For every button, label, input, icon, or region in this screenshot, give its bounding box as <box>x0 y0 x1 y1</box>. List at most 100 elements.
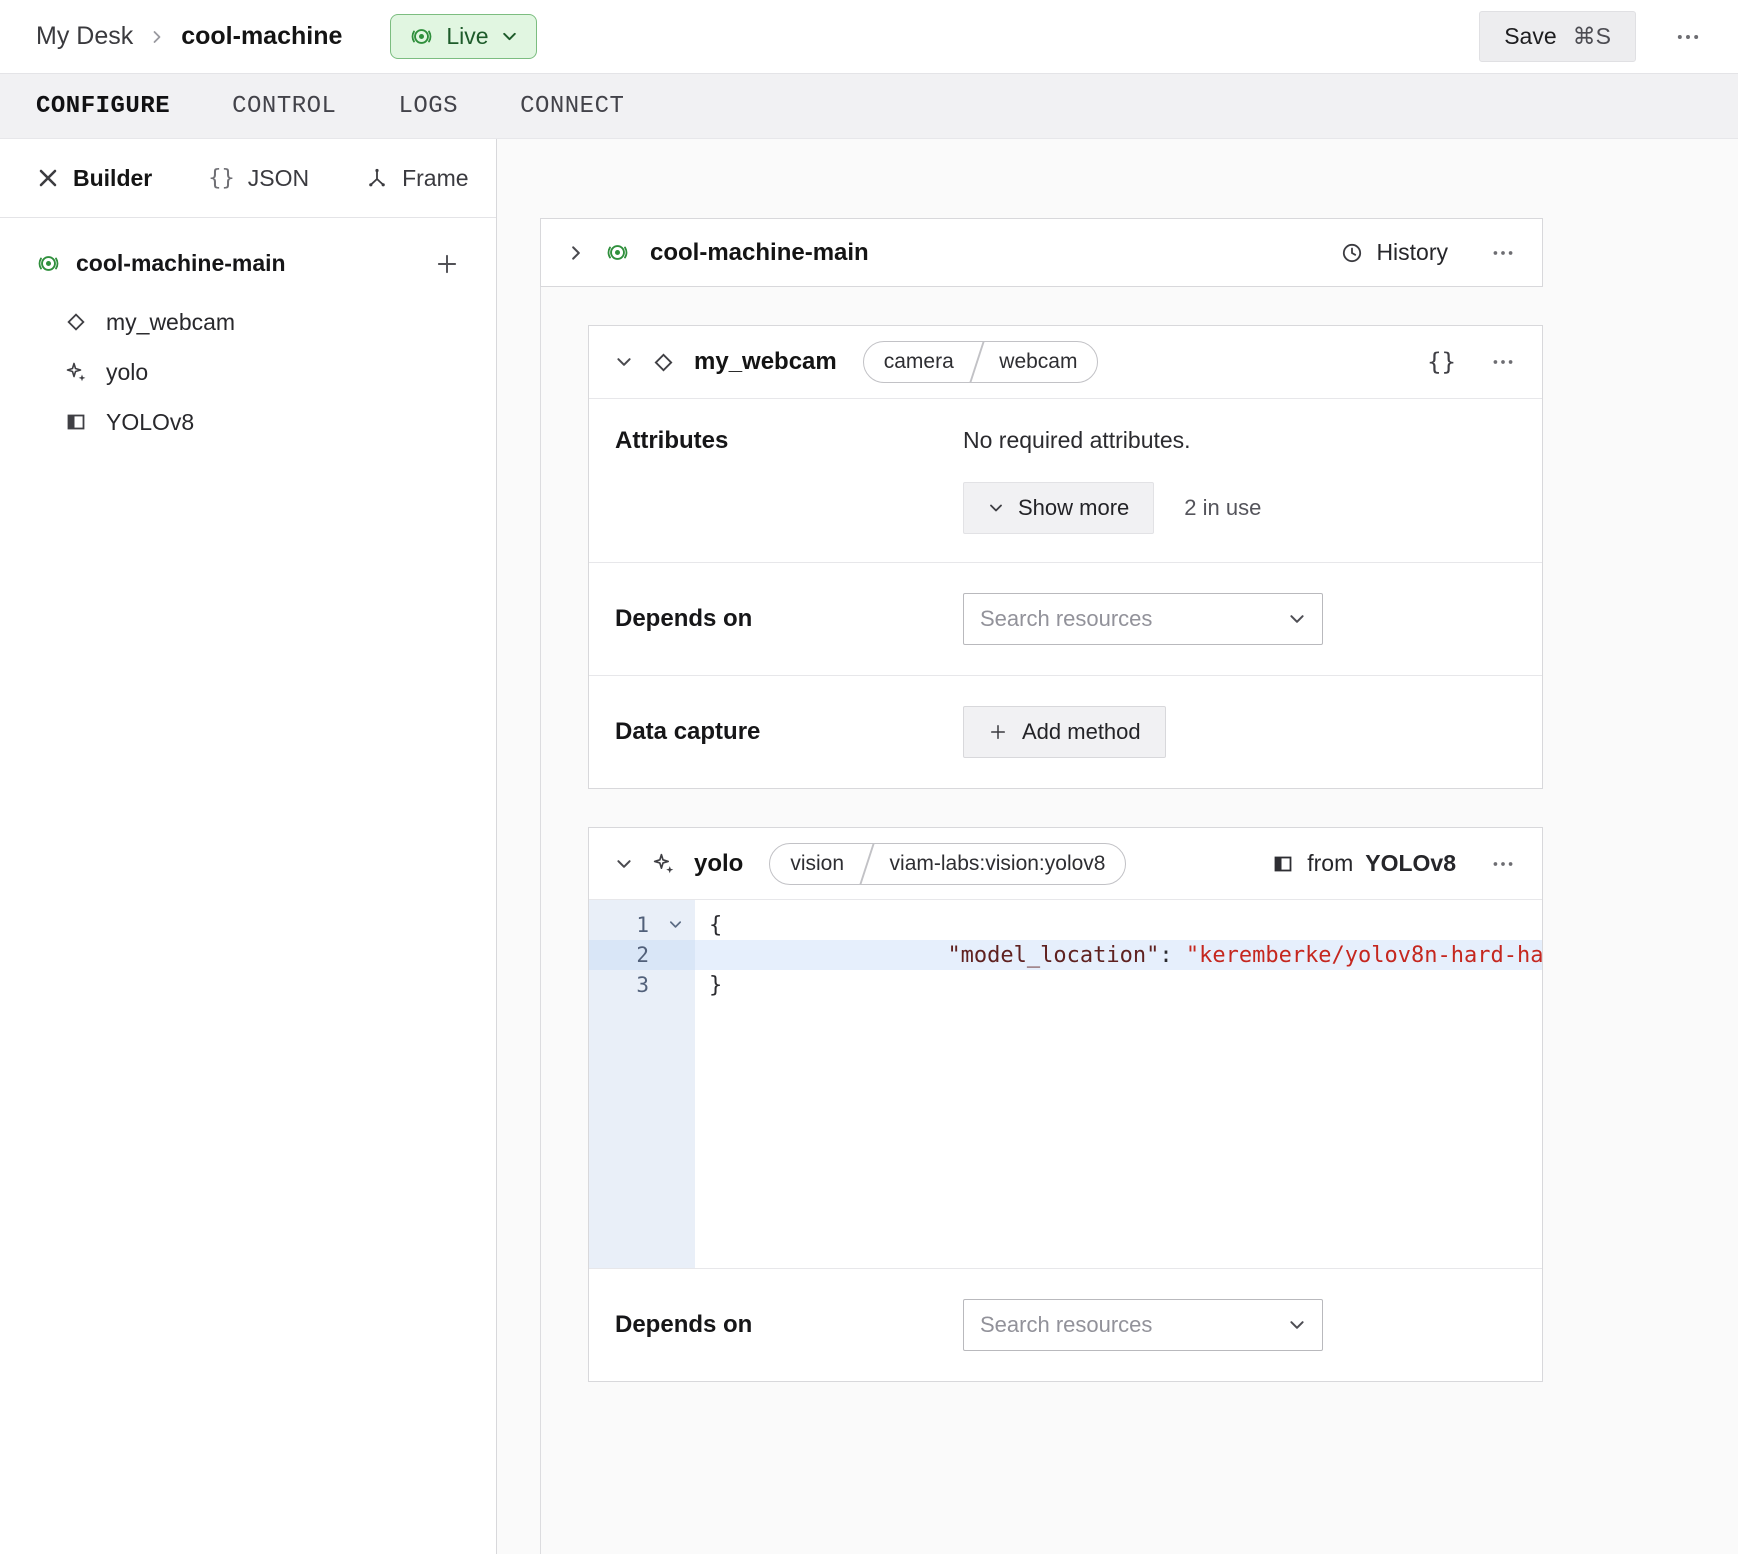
tree-item-yolo[interactable]: yolo <box>36 347 460 397</box>
webcam-type-chips: camera webcam <box>863 341 1099 383</box>
add-method-button[interactable]: Add method <box>963 706 1166 758</box>
breadcrumb-current: cool-machine <box>181 22 342 51</box>
type-chip: camera <box>864 342 974 382</box>
config-main: cool-machine-main History <box>497 139 1738 1554</box>
tree-item-my-webcam[interactable]: my_webcam <box>36 297 460 347</box>
depends-on-label: Depends on <box>615 605 963 633</box>
depends-on-select[interactable]: Search resources <box>963 593 1323 645</box>
attributes-in-use-count: 2 in use <box>1184 495 1261 521</box>
depends-on-placeholder: Search resources <box>980 1312 1152 1338</box>
line-number: 1 <box>636 913 649 937</box>
part-title: cool-machine-main <box>650 239 869 267</box>
collapse-chevron-icon[interactable] <box>615 855 633 873</box>
breadcrumb-chevron-icon <box>149 29 165 45</box>
main-tab-bar: CONFIGURE CONTROL LOGS CONNECT <box>0 74 1738 139</box>
module-icon <box>64 410 88 434</box>
model-chip: viam-labs:vision:yolov8 <box>870 844 1126 884</box>
json-colon: : <box>1159 943 1186 968</box>
attributes-row: Attributes No required attributes. Show … <box>589 398 1542 562</box>
live-label: Live <box>446 23 488 50</box>
yolo-more-button[interactable] <box>1490 851 1516 877</box>
type-chip: vision <box>770 844 864 884</box>
component-diamond-icon <box>64 310 88 334</box>
mode-json[interactable]: {} JSON <box>208 165 309 192</box>
code-text: } <box>695 973 722 998</box>
tab-connect[interactable]: CONNECT <box>520 89 624 124</box>
depends-on-placeholder: Search resources <box>980 606 1152 632</box>
edit-json-button[interactable]: {} <box>1427 348 1456 376</box>
clock-history-icon <box>1340 241 1364 265</box>
collapse-chevron-icon[interactable] <box>615 353 633 371</box>
module-icon <box>1271 852 1295 876</box>
line-number: 2 <box>636 943 649 967</box>
tools-icon <box>36 166 60 190</box>
mode-builder-label: Builder <box>73 165 152 192</box>
line-number: 3 <box>636 973 649 997</box>
chevron-down-icon <box>501 28 518 45</box>
content: Builder {} JSON Frame <box>0 139 1738 1554</box>
topbar-actions: Save ⌘S <box>1479 11 1702 62</box>
tree-root-part[interactable]: cool-machine-main <box>36 250 460 277</box>
history-button[interactable]: History <box>1340 239 1448 266</box>
mode-frame-label: Frame <box>402 165 468 192</box>
tree-item-label: yolo <box>106 359 148 386</box>
breadcrumb-parent-link[interactable]: My Desk <box>36 22 133 51</box>
part-signal-icon <box>605 240 630 265</box>
yolo-title: yolo <box>694 850 743 878</box>
chevron-down-icon <box>1288 610 1306 628</box>
model-chip: webcam <box>979 342 1097 382</box>
breadcrumb: My Desk cool-machine <box>36 22 342 51</box>
mode-builder[interactable]: Builder <box>36 165 152 192</box>
tab-logs[interactable]: LOGS <box>398 89 458 124</box>
mode-frame[interactable]: Frame <box>365 165 468 192</box>
config-mode-switcher: Builder {} JSON Frame <box>0 139 496 218</box>
yolo-card-header: yolo vision viam-labs:vision:yolov8 from… <box>589 828 1542 900</box>
depends-on-label: Depends on <box>615 1311 963 1339</box>
attributes-json-editor[interactable]: 1 { 2 "model_location": "keremberke/yol <box>589 900 1542 1268</box>
tree-item-yolov8-module[interactable]: YOLOv8 <box>36 397 460 447</box>
resource-tree: cool-machine-main my_webcam <box>0 218 496 447</box>
show-more-label: Show more <box>1018 495 1129 521</box>
show-more-button[interactable]: Show more <box>963 482 1154 534</box>
plus-icon <box>988 722 1008 742</box>
webcam-resource-card: my_webcam camera webcam {} Attributes No… <box>588 325 1543 789</box>
chevron-right-icon[interactable] <box>567 244 585 262</box>
history-label: History <box>1376 239 1448 266</box>
yolo-type-chips: vision viam-labs:vision:yolov8 <box>769 843 1126 885</box>
add-resource-button[interactable] <box>434 251 460 277</box>
braces-icon: {} <box>208 166 235 191</box>
add-method-label: Add method <box>1022 719 1141 745</box>
mode-json-label: JSON <box>248 165 309 192</box>
part-header-card: cool-machine-main History <box>540 218 1543 287</box>
depends-on-row: Depends on Search resources <box>589 1268 1542 1381</box>
service-sparkle-icon <box>651 851 676 876</box>
editor-active-line[interactable]: 2 "model_location": "keremberke/yolov8n-… <box>589 940 1542 970</box>
tree-children: my_webcam yolo YOLOv8 <box>36 297 460 447</box>
save-shortcut: ⌘S <box>1573 23 1611 50</box>
more-menu-button[interactable] <box>1674 23 1702 51</box>
yolo-resource-card: yolo vision viam-labs:vision:yolov8 from… <box>588 827 1543 1382</box>
attributes-empty-text: No required attributes. <box>963 427 1261 454</box>
tree-item-label: YOLOv8 <box>106 409 194 436</box>
frame-axes-icon <box>365 166 389 190</box>
top-bar: My Desk cool-machine Live Save ⌘S <box>0 0 1738 74</box>
depends-on-select[interactable]: Search resources <box>963 1299 1323 1351</box>
tree-connector-line <box>540 287 541 1554</box>
from-module-name: YOLOv8 <box>1365 850 1456 877</box>
part-more-button[interactable] <box>1490 240 1516 266</box>
json-key: "model_location" <box>894 943 1159 968</box>
component-diamond-icon <box>651 350 676 375</box>
tree-root-label: cool-machine-main <box>76 250 286 277</box>
live-status-button[interactable]: Live <box>390 14 536 59</box>
save-button[interactable]: Save ⌘S <box>1479 11 1636 62</box>
webcam-more-button[interactable] <box>1490 349 1516 375</box>
fold-chevron-icon[interactable] <box>668 917 683 932</box>
chevron-down-icon <box>988 500 1004 516</box>
data-capture-label: Data capture <box>615 718 963 746</box>
tab-control[interactable]: CONTROL <box>232 89 336 124</box>
data-capture-row: Data capture Add method <box>589 675 1542 788</box>
from-module-indicator: from YOLOv8 <box>1271 850 1456 877</box>
tab-configure[interactable]: CONFIGURE <box>36 89 170 124</box>
tree-item-label: my_webcam <box>106 309 235 336</box>
json-string-value: "keremberke/yolov8n-hard-hat-detection" <box>1186 943 1542 968</box>
